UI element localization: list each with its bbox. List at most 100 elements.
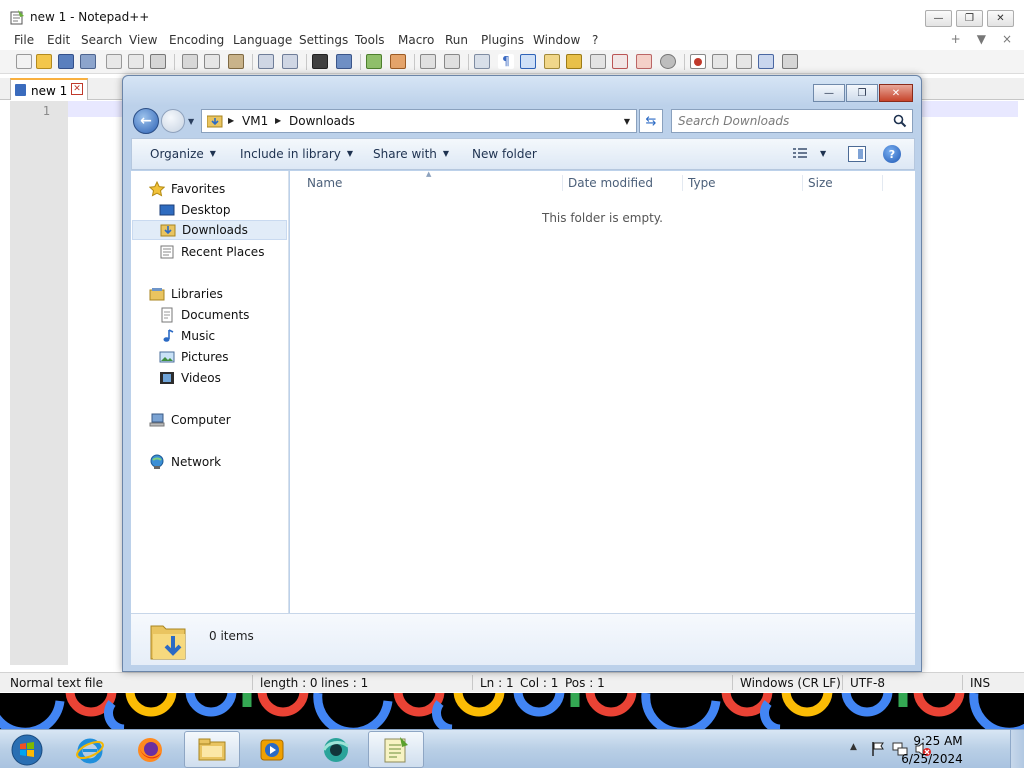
print-icon[interactable] — [150, 54, 166, 69]
record-macro-icon[interactable] — [690, 54, 706, 69]
address-dropdown-icon[interactable]: ▼ — [624, 117, 630, 126]
cut-icon[interactable] — [182, 54, 198, 69]
dialog-close-button[interactable]: ✕ — [879, 84, 913, 102]
dialog-minimize-button[interactable]: — — [813, 84, 845, 102]
tab-close-icon[interactable]: ✕ — [71, 83, 83, 95]
taskbar-file-explorer[interactable] — [184, 731, 240, 768]
dialog-caption-bar[interactable]: — ❐ ✕ — [123, 76, 921, 106]
action-center-flag-icon[interactable] — [870, 741, 886, 757]
help-icon[interactable]: ? — [883, 145, 901, 163]
function-list-icon[interactable] — [612, 54, 628, 69]
nav-videos[interactable]: Videos — [159, 368, 221, 388]
nav-computer[interactable]: Computer — [149, 410, 231, 430]
taskbar-browser-app[interactable] — [308, 731, 364, 768]
sync-horizontal-icon[interactable] — [444, 54, 460, 69]
recent-pages-dropdown-icon[interactable]: ▼ — [188, 117, 194, 126]
change-view-icon[interactable] — [792, 147, 808, 161]
save-icon[interactable] — [58, 54, 74, 69]
refresh-button[interactable]: ⇆ — [639, 109, 663, 133]
forward-button[interactable] — [161, 109, 185, 133]
sync-vertical-icon[interactable] — [420, 54, 436, 69]
nav-pictures[interactable]: Pictures — [159, 347, 229, 367]
new-tab-icon[interactable]: + — [951, 32, 961, 46]
nav-libraries[interactable]: Libraries — [149, 284, 223, 304]
column-size[interactable]: Size — [808, 171, 833, 195]
menu-file[interactable]: File — [14, 33, 34, 47]
search-box[interactable] — [671, 109, 913, 133]
dialog-maximize-button[interactable]: ❐ — [846, 84, 878, 102]
view-options-dropdown-icon[interactable]: ▼ — [820, 149, 826, 158]
copy-icon[interactable] — [204, 54, 220, 69]
open-file-icon[interactable] — [36, 54, 52, 69]
zoom-in-icon[interactable] — [366, 54, 382, 69]
new-file-icon[interactable] — [16, 54, 32, 69]
undo-icon[interactable] — [258, 54, 274, 69]
column-name[interactable]: Name — [307, 171, 342, 195]
menu-macro[interactable]: Macro — [398, 33, 434, 47]
share-with-button[interactable]: Share with ▼ — [373, 147, 449, 161]
breadcrumb-vm1[interactable]: VM1 — [242, 114, 268, 128]
save-all-icon[interactable] — [80, 54, 96, 69]
menu-language[interactable]: Language — [233, 33, 292, 47]
nav-downloads[interactable]: Downloads — [132, 220, 287, 240]
search-icon[interactable] — [892, 113, 908, 129]
find-icon[interactable] — [312, 54, 328, 69]
replace-icon[interactable] — [336, 54, 352, 69]
nav-music[interactable]: Music — [159, 326, 215, 346]
menu-search[interactable]: Search — [81, 33, 122, 47]
redo-icon[interactable] — [282, 54, 298, 69]
save-macro-icon[interactable] — [782, 54, 798, 69]
back-button[interactable]: ← — [133, 108, 159, 134]
search-input[interactable] — [678, 113, 883, 129]
column-type[interactable]: Type — [688, 171, 716, 195]
nav-network[interactable]: Network — [149, 452, 221, 472]
breadcrumb-arrow-icon[interactable]: ▶ — [275, 116, 281, 125]
stop-macro-icon[interactable] — [712, 54, 728, 69]
user-lang-icon[interactable] — [544, 54, 560, 69]
close-button[interactable]: ✕ — [987, 10, 1014, 27]
menu-view[interactable]: View — [129, 33, 157, 47]
taskbar-notepad-plus-plus[interactable] — [368, 731, 424, 768]
menu-plugins[interactable]: Plugins — [481, 33, 524, 47]
menu-settings[interactable]: Settings — [299, 33, 348, 47]
show-all-chars-icon[interactable]: ¶ — [498, 54, 514, 69]
nav-desktop[interactable]: Desktop — [159, 200, 231, 220]
preview-pane-icon[interactable] — [848, 146, 866, 162]
play-macro-icon[interactable] — [736, 54, 752, 69]
folder-workspace-icon[interactable] — [636, 54, 652, 69]
nav-favorites[interactable]: Favorites — [149, 179, 225, 199]
taskbar-firefox[interactable] — [122, 731, 178, 768]
clock-date[interactable]: 6/25/2024 — [896, 752, 968, 766]
include-in-library-button[interactable]: Include in library ▼ — [240, 147, 353, 161]
tab-list-icon[interactable]: ▼ — [977, 32, 986, 46]
taskbar-media-player[interactable] — [244, 731, 300, 768]
nav-documents[interactable]: Documents — [159, 305, 249, 325]
paste-icon[interactable] — [228, 54, 244, 69]
menu-window[interactable]: Window — [533, 33, 580, 47]
taskbar-internet-explorer[interactable] — [62, 731, 118, 768]
minimize-button[interactable]: — — [925, 10, 952, 27]
breadcrumb-downloads[interactable]: Downloads — [289, 114, 355, 128]
tray-expand-icon[interactable]: ▲ — [850, 742, 857, 752]
menu-tools[interactable]: Tools — [355, 33, 385, 47]
show-desktop-button[interactable] — [1010, 730, 1024, 768]
zoom-out-icon[interactable] — [390, 54, 406, 69]
breadcrumb-arrow-icon[interactable]: ▶ — [228, 116, 234, 125]
maximize-button[interactable]: ❐ — [956, 10, 983, 27]
close-all-icon[interactable] — [128, 54, 144, 69]
column-date-modified[interactable]: Date modified — [568, 171, 653, 195]
monitoring-icon[interactable] — [660, 54, 676, 69]
menu-encoding[interactable]: Encoding — [169, 33, 224, 47]
nav-recent-places[interactable]: Recent Places — [159, 242, 264, 262]
doc-map-icon[interactable] — [566, 54, 582, 69]
menu-help[interactable]: ? — [592, 33, 598, 47]
new-folder-button[interactable]: New folder — [472, 147, 537, 161]
file-list[interactable]: ▲ Name Date modified Type Size This fold… — [290, 170, 915, 613]
run-macro-multiple-icon[interactable] — [758, 54, 774, 69]
tab-new-1[interactable]: new 1 ✕ — [10, 78, 88, 100]
word-wrap-icon[interactable] — [474, 54, 490, 69]
clock-time[interactable]: 9:25 AM — [908, 734, 968, 748]
organize-button[interactable]: Organize ▼ — [150, 147, 216, 161]
start-button[interactable] — [0, 731, 54, 768]
indent-guide-icon[interactable] — [520, 54, 536, 69]
